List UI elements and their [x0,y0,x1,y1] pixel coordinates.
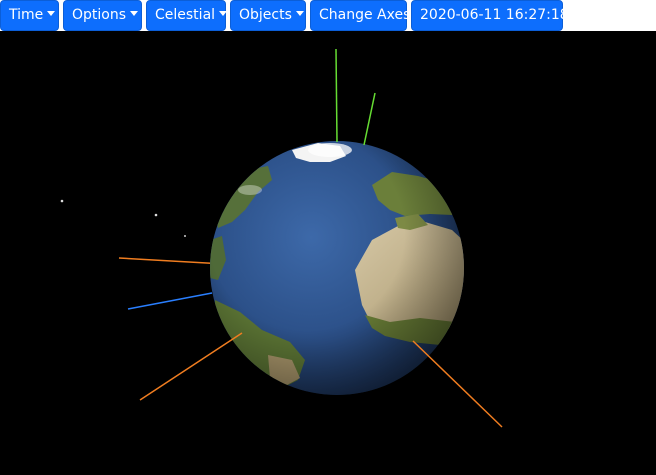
orange-axis-line-lower-right [412,340,503,428]
app-window: Time Options Celestial Objects Change Ax… [0,0,656,475]
earth-globe [210,141,464,395]
datetime-label: 2020-06-11 16:27:18 [420,7,569,23]
change-axes-button[interactable]: Change Axes [310,0,411,31]
star-icon [154,213,158,217]
time-menu-button[interactable]: Time [0,0,59,31]
options-menu-label: Options [72,7,127,23]
toolbar: Time Options Celestial Objects Change Ax… [0,0,656,31]
change-axes-label: Change Axes [319,7,411,23]
star-icon [60,199,64,203]
green-axis-line-tilted [363,92,376,146]
time-menu-label: Time [9,7,44,23]
3d-scene-canvas[interactable] [0,31,656,475]
caret-down-icon [219,11,228,16]
celestial-menu-label: Celestial [155,7,216,23]
caret-down-icon [47,11,56,16]
celestial-menu-button[interactable]: Celestial [146,0,228,31]
star-icon [184,235,186,237]
datetime-button[interactable]: 2020-06-11 16:27:18 [411,0,569,31]
scene-svg [60,48,503,428]
options-menu-button[interactable]: Options [63,0,142,31]
green-axis-line-vertical [335,48,338,143]
orange-axis-line-lower-left [139,332,243,401]
caret-down-icon [130,11,139,16]
objects-menu-label: Objects [239,7,292,23]
blue-axis-line [127,292,213,310]
objects-menu-button[interactable]: Objects [230,0,306,31]
caret-down-icon [295,11,304,16]
